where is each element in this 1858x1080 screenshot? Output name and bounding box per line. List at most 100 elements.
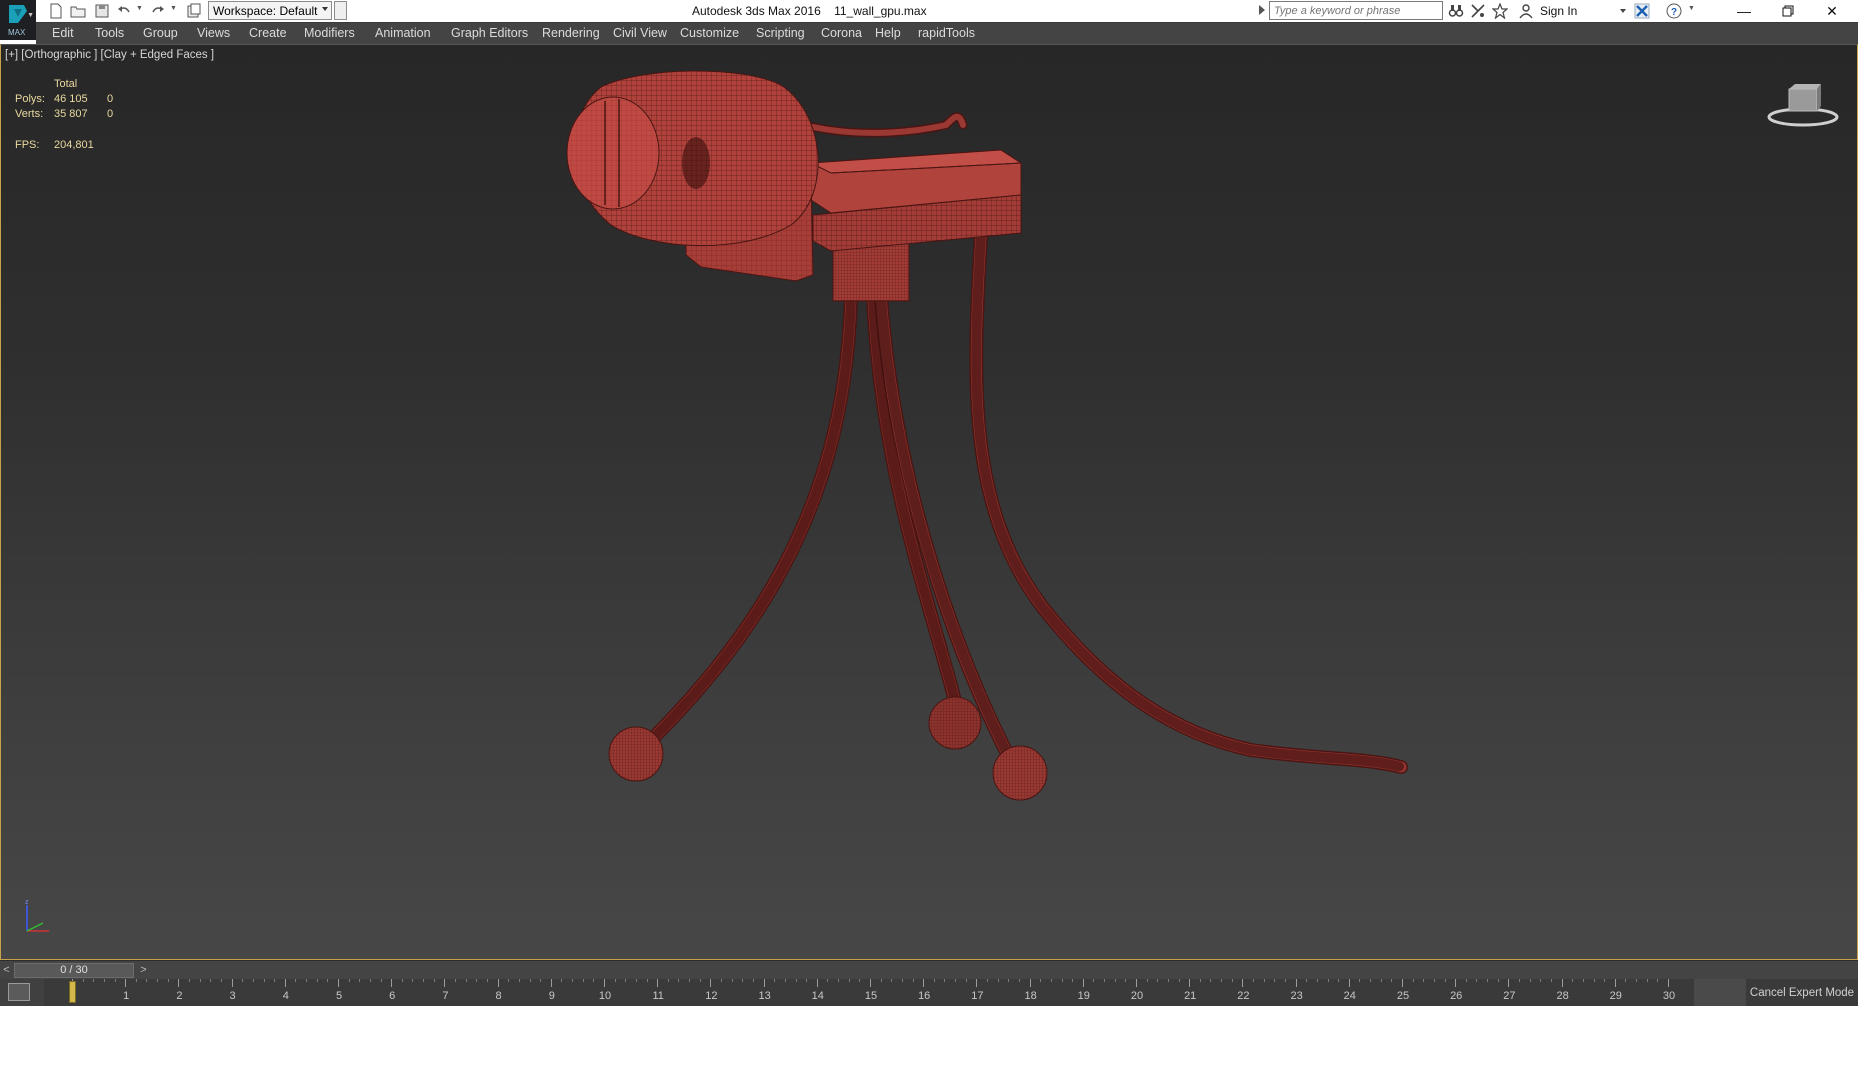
customize-quick-access-button[interactable]	[334, 1, 347, 20]
search-expand-icon[interactable]	[1259, 5, 1265, 15]
close-button[interactable]: ✕	[1810, 0, 1854, 22]
menu-tools[interactable]: Tools	[95, 26, 124, 40]
timeline-tick	[1242, 979, 1244, 987]
timeline-minor-tick	[731, 979, 733, 982]
timeline-tick-label: 22	[1237, 990, 1250, 1002]
restore-button[interactable]	[1766, 0, 1810, 22]
redo-icon[interactable]	[150, 3, 166, 19]
timeline-minor-tick	[742, 979, 744, 982]
binoculars-icon[interactable]	[1448, 3, 1464, 19]
timeline-minor-tick	[433, 979, 435, 982]
timeline-minor-tick	[1550, 979, 1552, 982]
menu-civil-view[interactable]: Civil View	[613, 26, 667, 40]
menu-modifiers[interactable]: Modifiers	[304, 26, 355, 40]
favorites-icon[interactable]	[1492, 3, 1508, 19]
new-icon[interactable]	[48, 3, 64, 19]
menu-graph-editors[interactable]: Graph Editors	[451, 26, 528, 40]
timeline-tick-label: 16	[918, 990, 931, 1002]
timeline-tick	[1455, 979, 1457, 987]
timeline-ruler[interactable]: 0123456789101112131415161718192021222324…	[44, 979, 1694, 1006]
search-input[interactable]	[1269, 1, 1443, 20]
timeline-minor-tick	[635, 979, 637, 982]
timeline-tick-label: 12	[705, 990, 718, 1002]
timeline-minor-tick	[1199, 979, 1201, 982]
timeline-minor-tick	[1231, 979, 1233, 982]
workspace-dropdown[interactable]: Workspace: Default	[208, 1, 332, 20]
timeline-minor-tick	[1221, 979, 1223, 982]
timeline-minor-tick	[1593, 979, 1595, 982]
sign-in-button[interactable]: Sign In	[1540, 4, 1577, 18]
timeline-minor-tick	[1529, 979, 1531, 982]
webcam-body	[566, 70, 819, 247]
timeline-minor-tick	[1540, 979, 1542, 982]
timeline-tick	[763, 979, 765, 987]
menu-customize[interactable]: Customize	[680, 26, 739, 40]
user-icon	[1519, 4, 1533, 19]
menu-edit[interactable]: Edit	[52, 26, 74, 40]
open-icon[interactable]	[70, 3, 86, 19]
timeline-tick	[125, 979, 127, 987]
app-menu-button[interactable]: MAX ▼	[0, 0, 36, 40]
project-icon[interactable]	[186, 3, 202, 19]
timeline-tick	[657, 979, 659, 987]
empty-area	[0, 1006, 1858, 1080]
timeline-minor-tick	[1391, 979, 1393, 982]
timeline-minor-tick	[1284, 979, 1286, 982]
timeline-minor-tick	[455, 979, 457, 982]
timeline-minor-tick	[1316, 979, 1318, 982]
timeline-minor-tick	[423, 979, 425, 982]
svg-text:z: z	[25, 899, 29, 906]
menu-create[interactable]: Create	[249, 26, 287, 40]
timeline-minor-tick	[327, 979, 329, 982]
timeline-minor-tick	[838, 979, 840, 982]
cancel-expert-mode-button[interactable]: Cancel Expert Mode	[1746, 979, 1858, 1006]
subscription-icon[interactable]	[1470, 3, 1486, 19]
timeline-tick	[231, 979, 233, 987]
timeline-minor-tick	[114, 979, 116, 982]
timeline-minor-tick	[1625, 979, 1627, 982]
timeline-minor-tick	[784, 979, 786, 982]
timeline-tick-label: 10	[598, 990, 612, 1002]
timeline-tick	[1029, 979, 1031, 987]
undo-icon[interactable]	[116, 3, 132, 19]
timeline-minor-tick	[1423, 979, 1425, 982]
help-icon[interactable]: ?	[1666, 3, 1682, 19]
timeline-tick-label: 27	[1503, 990, 1516, 1002]
timeline-minor-tick	[1263, 979, 1265, 982]
viewcube-icon[interactable]	[1763, 79, 1843, 129]
menu-help[interactable]: Help	[875, 26, 901, 40]
chevron-down-icon[interactable]	[1620, 9, 1626, 13]
menu-views[interactable]: Views	[197, 26, 230, 40]
time-slider-prev-button[interactable]: <	[0, 963, 13, 977]
menu-animation[interactable]: Animation	[375, 26, 431, 40]
timeline-minor-tick	[465, 979, 467, 982]
timeline-minor-tick	[93, 979, 95, 982]
menu-scripting[interactable]: Scripting	[756, 26, 805, 40]
redo-dropdown-icon[interactable]: ▼	[170, 5, 186, 21]
time-slider-thumb[interactable]: 0 / 30	[14, 963, 134, 978]
timeline-playhead[interactable]	[69, 981, 76, 1003]
minimize-button[interactable]: —	[1722, 0, 1766, 22]
timeline-minor-tick	[274, 979, 276, 982]
timeline-minor-tick	[891, 979, 893, 982]
time-slider-next-button[interactable]: >	[137, 963, 150, 977]
timeline-minor-tick	[912, 979, 914, 982]
perspective-viewport[interactable]: [+] [Orthographic ] [Clay + Edged Faces …	[0, 44, 1858, 960]
menu-rendering[interactable]: Rendering	[542, 26, 600, 40]
timeline-minor-tick	[1157, 979, 1159, 982]
menu-group[interactable]: Group	[143, 26, 178, 40]
timeline-minor-tick	[189, 979, 191, 982]
window-title: Autodesk 3ds Max 2016 11_wall_gpu.max	[692, 4, 927, 18]
help-dropdown-icon[interactable]: ▼	[1688, 5, 1704, 21]
save-icon[interactable]	[94, 3, 110, 19]
timeline-tick	[284, 979, 286, 987]
timeline-tick-label: 2	[176, 990, 183, 1002]
mini-curve-editor-button[interactable]	[8, 983, 30, 1001]
webcam-tripod-model[interactable]	[1, 45, 1858, 960]
time-slider[interactable]: < 0 / 30 >	[0, 960, 1858, 979]
tripod-legs	[634, 228, 1408, 774]
menu-corona[interactable]: Corona	[821, 26, 862, 40]
timeline-tick	[604, 979, 605, 987]
menu-rapidtools[interactable]: rapidTools	[918, 26, 975, 40]
exchange-icon[interactable]	[1634, 3, 1650, 19]
